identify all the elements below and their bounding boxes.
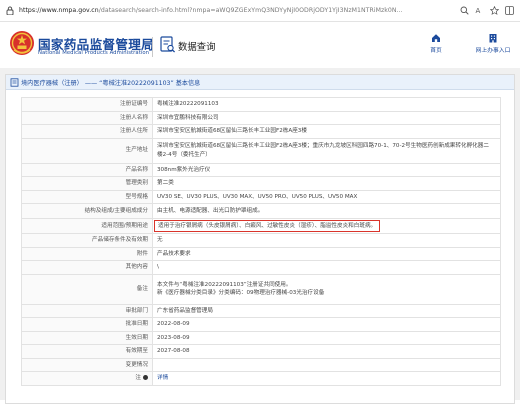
site-logo-en[interactable]: National Medical Products Administration xyxy=(38,50,149,56)
header-divider xyxy=(152,37,153,57)
table-row: 适用范围/预期用途 适用于治疗银屑病（头皮银屑病）、白癜风、过敏性皮炎（湿疹）、… xyxy=(21,218,501,234)
field-label: 注 xyxy=(135,375,141,382)
table-row: 备注 本文件与“粤械注准20222091103”注册证共同使用。 新《医疗器械分… xyxy=(21,273,501,305)
field-value: 深圳市宝安区航城街道68区留仙三路长丰工业园F2栋A座3楼；重庆市九龙坡区科园四… xyxy=(152,137,501,164)
panel-title: 境内医疗器械（注册） —— “粤械注准20222091103” 基本信息 xyxy=(21,79,201,87)
table-row: 型号规格 UV30 SE、UV30 PLUS、UV30 MAX、UV50 PRO… xyxy=(21,189,501,204)
info-dot-icon xyxy=(143,375,148,381)
table-row: 产品储存条件及有效期 无 xyxy=(21,233,501,248)
site-header: 国家药品监督管理局 National Medical Products Admi… xyxy=(0,22,520,68)
field-label: 型号规格 xyxy=(21,189,153,204)
nav-online-office[interactable]: 网上办事入口 xyxy=(470,33,516,54)
field-value: \ xyxy=(152,260,501,275)
section-title: 数据查询 xyxy=(178,42,216,53)
field-value-cell: 详情 xyxy=(152,371,501,386)
field-value-cell: 本文件与“粤械注准20222091103”注册证共同使用。 新《医疗器械分类目录… xyxy=(152,273,501,305)
table-row: 变更情况 xyxy=(21,357,501,372)
table-row: 审批部门 广东省药品监督管理局 xyxy=(21,303,501,318)
table-row: 生效日期 2023-08-09 xyxy=(21,330,501,345)
nav-home[interactable]: 首页 xyxy=(422,33,450,54)
table-row: 生产地址 深圳市宝安区航城街道68区留仙三路长丰工业园F2栋A座3楼；重庆市九龙… xyxy=(21,137,501,164)
field-value-cell: 适用于治疗银屑病（头皮银屑病）、白癜风、过敏性皮炎（湿疹）、脂溢性皮炎和白斑病。 xyxy=(152,218,501,234)
field-label: 其他内容 xyxy=(21,260,153,275)
remark-line-2: 新《医疗器械分类目录》分类编码：09物理治疗器械-03光治疗设备 xyxy=(157,290,325,296)
split-view-icon[interactable] xyxy=(505,6,514,15)
field-label: 审批部门 xyxy=(21,303,153,318)
field-label: 产品储存条件及有效期 xyxy=(21,233,153,248)
details-link[interactable]: 详情 xyxy=(157,375,168,381)
field-label: 产品名称 xyxy=(21,162,153,177)
field-value: 粤械注准20222091103 xyxy=(152,97,501,112)
table-row: 注 详情 xyxy=(21,371,501,386)
table-row: 批准日期 2022-08-09 xyxy=(21,317,501,332)
field-label: 注册人住所 xyxy=(21,124,153,139)
field-label: 生效日期 xyxy=(21,330,153,345)
highlighted-intended-use: 适用于治疗银屑病（头皮银屑病）、白癜风、过敏性皮炎（湿疹）、脂溢性皮炎和白斑病。 xyxy=(154,219,381,233)
field-label: 备注 xyxy=(21,273,153,305)
table-row: 产品名称 308nm紫外光治疗仪 xyxy=(21,162,501,177)
field-label: 生产地址 xyxy=(21,137,153,164)
field-label: 变更情况 xyxy=(21,357,153,372)
field-value: 深圳市宜鹏科技有限公司 xyxy=(152,110,501,125)
field-value xyxy=(152,357,501,372)
table-row: 注册人住所 深圳市宝安区航城街道68区留仙三路长丰工业园F2栋A座3楼 xyxy=(21,124,501,139)
panel-header: 境内医疗器械（注册） —— “粤械注准20222091103” 基本信息 xyxy=(6,75,514,90)
table-row: 注册证编号 粤械注准20222091103 xyxy=(21,97,501,112)
field-label: 批准日期 xyxy=(21,317,153,332)
record-table: 注册证编号 粤械注准20222091103 注册人名称 深圳市宜鹏科技有限公司 … xyxy=(21,97,501,386)
browser-address-bar[interactable]: https://www.nmpa.gov.cn/datasearch/searc… xyxy=(0,0,520,22)
field-label: 结构及组成/主要组成成分 xyxy=(21,203,153,219)
field-value: 308nm紫外光治疗仪 xyxy=(152,162,501,177)
record-panel: 境内医疗器械（注册） —— “粤械注准20222091103” 基本信息 注册证… xyxy=(5,74,515,404)
document-icon xyxy=(10,77,19,87)
nav-home-label: 首页 xyxy=(430,48,442,54)
field-value: 2023-08-09 xyxy=(152,330,501,345)
field-label: 管理类别 xyxy=(21,176,153,191)
table-row: 其他内容 \ xyxy=(21,260,501,275)
table-row: 管理类别 第二类 xyxy=(21,176,501,191)
field-label-cell: 注 xyxy=(21,371,153,386)
table-row: 注册人名称 深圳市宜鹏科技有限公司 xyxy=(21,110,501,125)
field-label: 适用范围/预期用途 xyxy=(21,218,153,234)
svg-text:A: A xyxy=(476,7,481,15)
field-value: 广东省药品监督管理局 xyxy=(152,303,501,318)
home-icon xyxy=(432,34,440,42)
search-document-icon xyxy=(160,36,176,54)
nav-online-office-label: 网上办事入口 xyxy=(475,48,511,54)
lock-icon[interactable] xyxy=(3,4,17,18)
field-value: 2027-08-08 xyxy=(152,344,501,359)
url-text[interactable]: https://www.nmpa.gov.cn/datasearch/searc… xyxy=(19,7,460,14)
table-row: 附件 产品技术要求 xyxy=(21,246,501,261)
field-label: 附件 xyxy=(21,246,153,261)
table-row: 结构及组成/主要组成成分 由主机、电源适配器、出光口防护罩组成。 xyxy=(21,203,501,219)
star-icon[interactable] xyxy=(490,6,499,15)
remark-line-1: 本文件与“粤械注准20222091103”注册证共同使用。 xyxy=(157,281,292,288)
field-value: 2022-08-09 xyxy=(152,317,501,332)
building-icon xyxy=(489,34,497,43)
field-value: 产品技术要求 xyxy=(152,246,501,261)
field-label: 注册人名称 xyxy=(21,110,153,125)
field-label: 有效期至 xyxy=(21,344,153,359)
field-label: 注册证编号 xyxy=(21,97,153,112)
zoom-icon[interactable] xyxy=(460,6,469,15)
table-row: 有效期至 2027-08-08 xyxy=(21,344,501,359)
reader-icon[interactable]: A xyxy=(475,6,484,15)
content-area: 境内医疗器械（注册） —— “粤械注准20222091103” 基本信息 注册证… xyxy=(0,68,520,404)
field-value: 无 xyxy=(152,233,501,248)
field-value: 深圳市宝安区航城街道68区留仙三路长丰工业园F2栋A座3楼 xyxy=(152,124,501,139)
field-value: 第二类 xyxy=(152,176,501,191)
national-emblem-icon[interactable] xyxy=(9,30,35,57)
field-value: UV30 SE、UV30 PLUS、UV30 MAX、UV50 PRO、UV50… xyxy=(152,189,501,204)
field-value: 由主机、电源适配器、出光口防护罩组成。 xyxy=(152,203,501,219)
